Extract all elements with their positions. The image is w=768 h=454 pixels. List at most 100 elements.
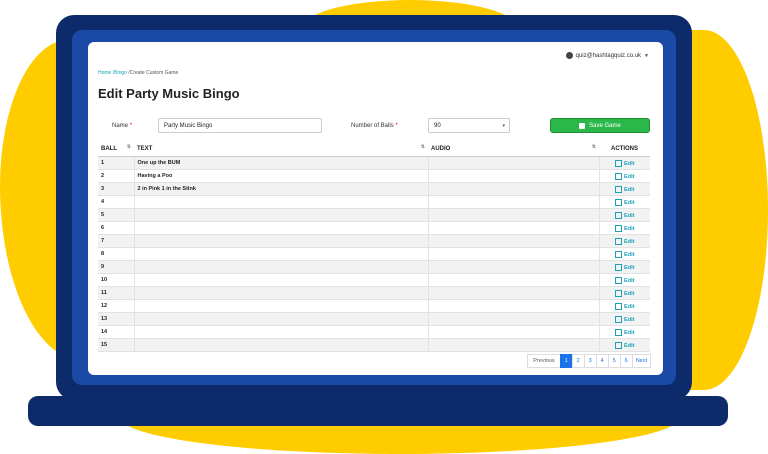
cell-audio (428, 312, 600, 326)
laptop-base (28, 396, 728, 426)
breadcrumb-bingo[interactable]: /Bingo (113, 70, 127, 76)
cell-audio (428, 299, 600, 313)
chevron-down-icon: ▾ (502, 123, 505, 129)
edit-label: Edit (624, 316, 635, 323)
breadcrumb-current: /Create Custom Game (128, 70, 179, 76)
cell-text: Having a Poo (134, 169, 429, 183)
cell-text: One up the BUM (134, 156, 429, 170)
edit-icon (615, 289, 623, 297)
table-row: 15 Edit (98, 338, 650, 352)
table-row: 4 Edit (98, 195, 650, 209)
chevron-down-icon: ▼ (644, 52, 649, 59)
cell-audio (428, 234, 600, 248)
edit-label: Edit (624, 199, 635, 206)
cell-text (134, 195, 429, 209)
table-row: 5 Edit (98, 208, 650, 222)
breadcrumb-home[interactable]: Home (98, 70, 111, 76)
edit-button[interactable]: Edit (599, 221, 650, 235)
edit-icon (615, 250, 623, 258)
cell-ball: 10 (98, 273, 135, 287)
user-email: quiz@hashtagquiz.co.uk (575, 52, 642, 59)
page-title: Edit Party Music Bingo (98, 86, 240, 101)
table-row: 13 Edit (98, 312, 650, 326)
edit-icon (615, 328, 623, 336)
edit-button[interactable]: Edit (599, 338, 650, 352)
edit-button[interactable]: Edit (599, 234, 650, 248)
cell-ball: 3 (98, 182, 135, 196)
edit-label: Edit (624, 238, 635, 245)
pagination: Previous 1 2 3 4 5 6 Next (527, 354, 651, 368)
cell-text: 2 in Pink 1 in the Stink (134, 182, 429, 196)
save-game-button[interactable]: Save Game (550, 118, 650, 133)
edit-label: Edit (624, 212, 635, 219)
edit-icon (615, 159, 623, 167)
edit-button[interactable]: Edit (599, 286, 650, 300)
column-header-actions: ACTIONS (599, 142, 650, 157)
table-row: 11 Edit (98, 286, 650, 300)
cell-audio (428, 182, 600, 196)
edit-button[interactable]: Edit (599, 299, 650, 313)
table-row: 7 Edit (98, 234, 650, 248)
edit-icon (615, 224, 623, 232)
cell-audio (428, 273, 600, 287)
app-screen: quiz@hashtagquiz.co.uk ▼ Home /Bingo /Cr… (88, 42, 663, 375)
edit-label: Edit (624, 186, 635, 193)
edit-label: Edit (624, 173, 635, 180)
edit-button[interactable]: Edit (599, 325, 650, 339)
cell-ball: 9 (98, 260, 135, 274)
user-menu[interactable]: quiz@hashtagquiz.co.uk ▼ (565, 52, 649, 59)
column-header-text[interactable]: TEXT ⇅ (134, 142, 428, 157)
edit-button[interactable]: Edit (599, 156, 650, 170)
pagination-previous[interactable]: Previous (527, 354, 561, 368)
cell-text (134, 338, 429, 352)
cell-ball: 8 (98, 247, 135, 261)
edit-button[interactable]: Edit (599, 169, 650, 183)
edit-icon (615, 198, 623, 206)
cell-text (134, 286, 429, 300)
sort-icon: ⇅ (591, 144, 596, 150)
cell-text (134, 273, 429, 287)
cell-ball: 4 (98, 195, 135, 209)
edit-button[interactable]: Edit (599, 312, 650, 326)
cell-ball: 1 (98, 156, 135, 170)
table-row: 32 in Pink 1 in the Stink Edit (98, 182, 650, 196)
breadcrumb: Home /Bingo /Create Custom Game (98, 70, 178, 76)
balls-select[interactable]: 90 ▾ (428, 118, 510, 133)
column-header-audio[interactable]: AUDIO ⇅ (428, 142, 599, 157)
table-row: 6 Edit (98, 221, 650, 235)
edit-label: Edit (624, 251, 635, 258)
edit-button[interactable]: Edit (599, 273, 650, 287)
edit-icon (615, 276, 623, 284)
table-row: 10 Edit (98, 273, 650, 287)
edit-label: Edit (624, 225, 635, 232)
cell-text (134, 260, 429, 274)
edit-label: Edit (624, 277, 635, 284)
name-input[interactable]: Party Music Bingo (158, 118, 322, 133)
cell-audio (428, 325, 600, 339)
table-row: 14 Edit (98, 325, 650, 339)
balls-table: BALL ⇅ TEXT ⇅ AUDIO ⇅ ACTIONS 1 One up the B… (98, 142, 650, 352)
cell-ball: 7 (98, 234, 135, 248)
edit-button[interactable]: Edit (599, 247, 650, 261)
edit-button[interactable]: Edit (599, 195, 650, 209)
edit-label: Edit (624, 264, 635, 271)
cell-text (134, 221, 429, 235)
table-row: 9 Edit (98, 260, 650, 274)
name-label: Name * (112, 123, 133, 129)
cell-audio (428, 247, 600, 261)
column-header-ball[interactable]: BALL ⇅ (98, 142, 134, 157)
edit-button[interactable]: Edit (599, 208, 650, 222)
edit-label: Edit (624, 160, 635, 167)
cell-ball: 2 (98, 169, 135, 183)
pagination-next[interactable]: Next (631, 354, 651, 368)
save-icon (579, 122, 586, 129)
edit-button[interactable]: Edit (599, 260, 650, 274)
cell-text (134, 208, 429, 222)
edit-icon (615, 237, 623, 245)
cell-audio (428, 260, 600, 274)
cell-text (134, 325, 429, 339)
edit-button[interactable]: Edit (599, 182, 650, 196)
edit-icon (615, 172, 623, 180)
cell-text (134, 234, 429, 248)
edit-icon (615, 341, 623, 349)
